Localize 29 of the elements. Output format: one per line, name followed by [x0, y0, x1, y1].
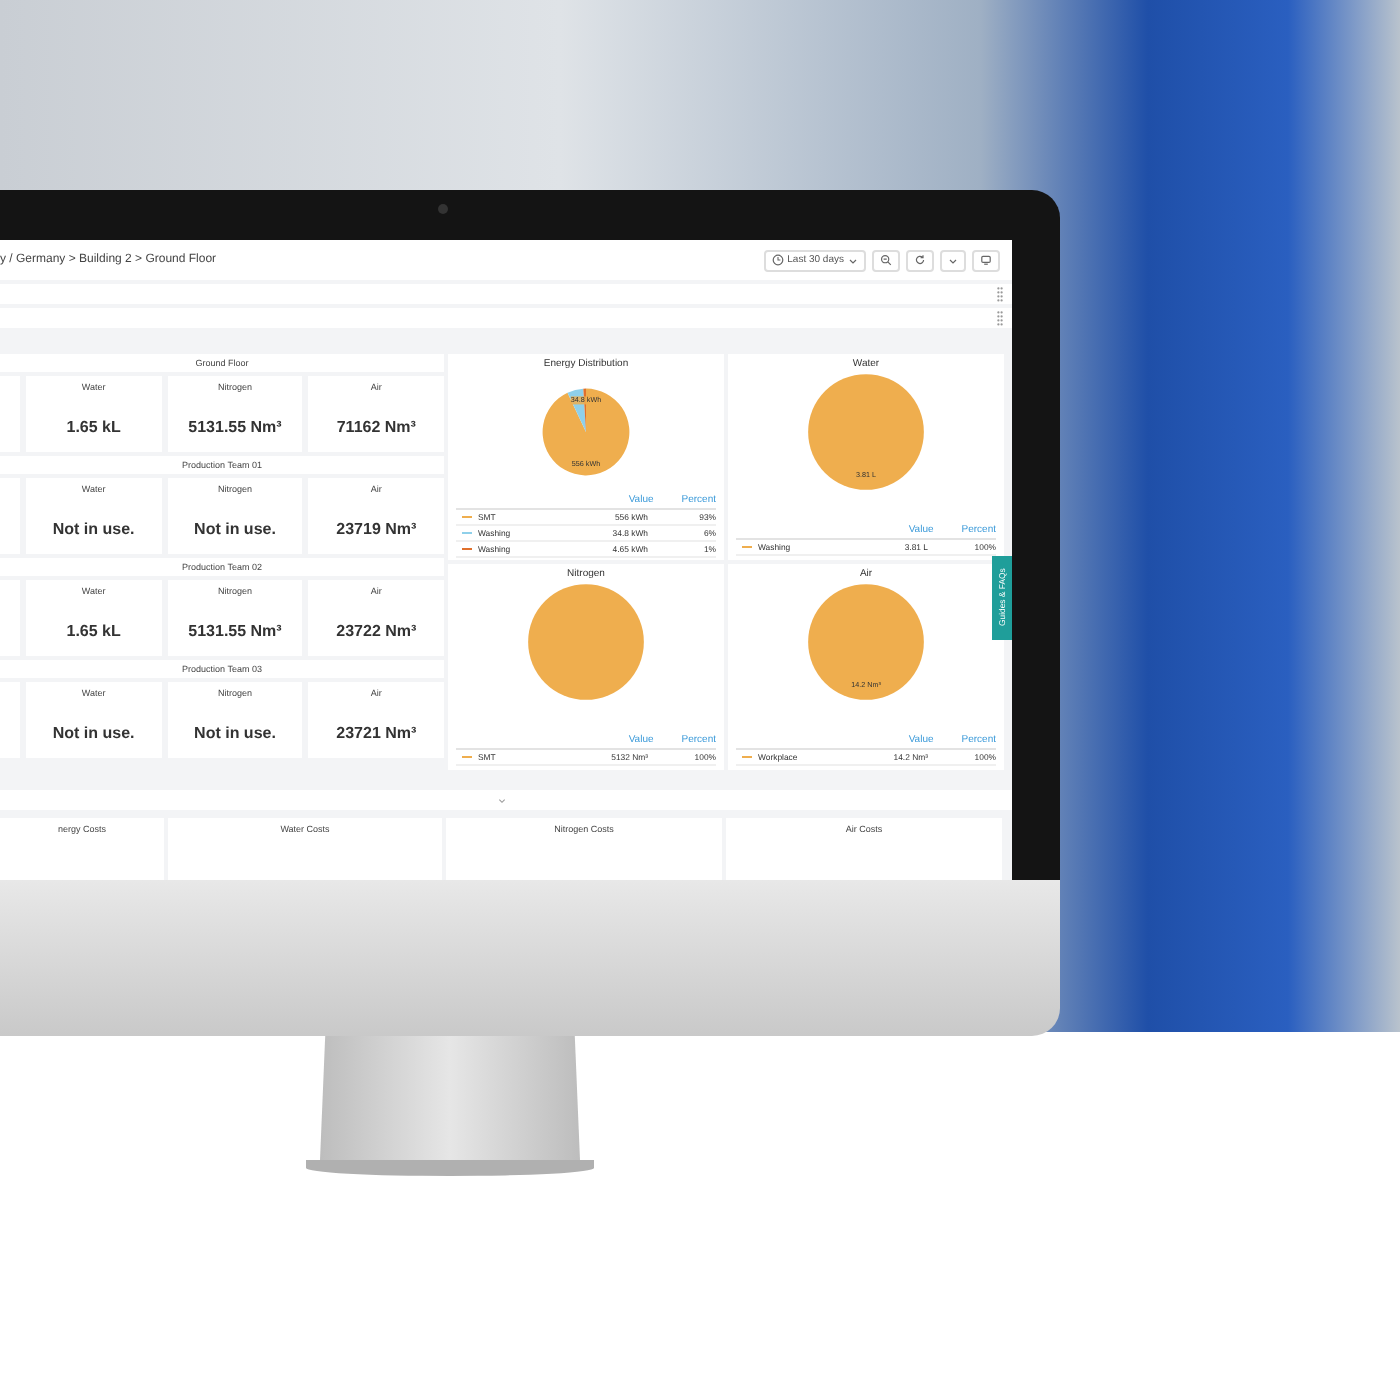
- camera-icon: [438, 204, 448, 214]
- monitor-icon: [980, 254, 992, 266]
- stat-value: 23721 Nm³: [336, 724, 417, 742]
- stat-value: Not in use.: [194, 724, 276, 742]
- stat-value: 5131.55 Nm³: [188, 418, 282, 436]
- stat-value: 23719 Nm³: [336, 520, 417, 538]
- caret-icon: [948, 255, 958, 265]
- stat-value: Not in use.: [52, 724, 135, 742]
- clock-icon: [771, 254, 784, 266]
- display-mode-button[interactable]: [972, 249, 1000, 271]
- stat-value: 1.65 kL: [66, 622, 121, 640]
- interval-dropdown[interactable]: [940, 249, 966, 271]
- refresh-icon: [914, 254, 926, 266]
- stat-value: 1.65 kL: [66, 418, 121, 436]
- stat-value: 23722 Nm³: [336, 622, 417, 640]
- drag-handle-icon[interactable]: [996, 310, 1004, 326]
- drag-handle-icon[interactable]: [996, 286, 1004, 302]
- pie-slice: [528, 584, 644, 700]
- zoom-out-icon: [880, 254, 892, 266]
- pie-slice: [808, 584, 924, 700]
- zoom-out-button[interactable]: [872, 249, 900, 271]
- caret-icon: [848, 255, 858, 265]
- refresh-button[interactable]: [906, 249, 934, 271]
- caret-icon: [498, 797, 506, 803]
- pie-slice: [808, 374, 924, 490]
- stat-value: 5131.55 Nm³: [188, 622, 282, 640]
- stat-value: Not in use.: [194, 520, 276, 538]
- stat-value: Not in use.: [52, 520, 135, 538]
- stat-value: 71162 Nm³: [336, 418, 416, 436]
